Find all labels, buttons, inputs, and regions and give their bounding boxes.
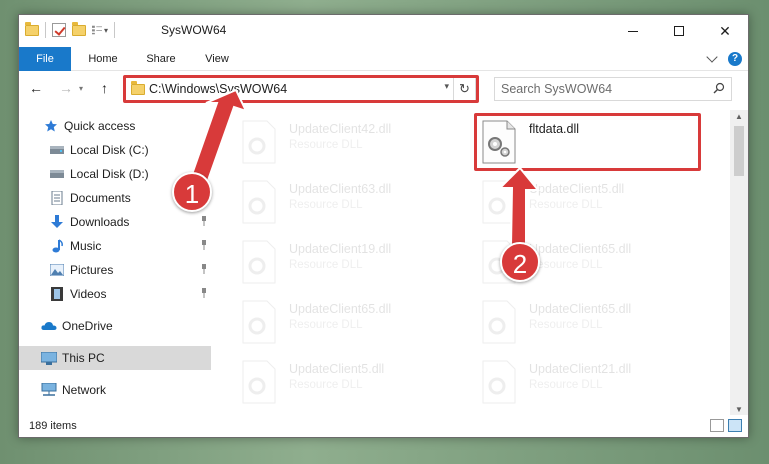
arrow-1 — [188, 88, 248, 188]
step-badge-2: 2 — [500, 242, 540, 282]
arrow-2 — [497, 166, 541, 247]
annotation-arrows — [188, 88, 541, 247]
step-badge-1: 1 — [172, 172, 212, 212]
